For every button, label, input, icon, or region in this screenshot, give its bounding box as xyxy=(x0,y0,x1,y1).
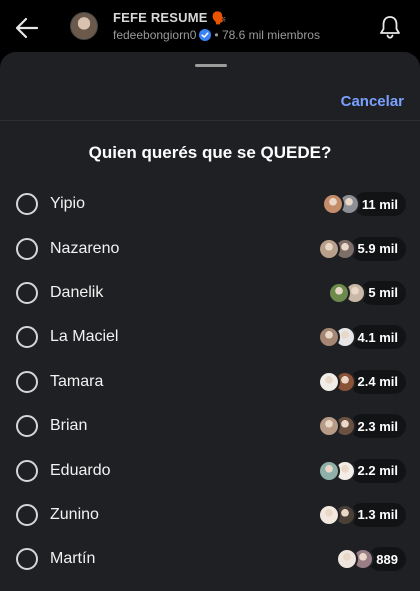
option-label: La Maciel xyxy=(50,328,119,346)
voter-avatar xyxy=(317,503,340,526)
voter-avatar xyxy=(317,237,340,260)
poll-bottom-sheet: Cancelar Quien querés que se QUEDE? Yipi… xyxy=(0,52,420,591)
vote-summary[interactable]: 11 mil xyxy=(321,191,406,217)
poll-options-list: Yipio 11 mil Nazareno 5.9 mil Danelik 5 … xyxy=(0,182,420,582)
radio-button[interactable] xyxy=(16,370,38,393)
vote-count: 1.3 mil xyxy=(349,502,406,527)
poll-option[interactable]: Danelik 5 mil xyxy=(0,271,420,315)
vote-summary[interactable]: 2.4 mil xyxy=(317,369,406,395)
vote-count: 2.4 mil xyxy=(349,369,406,394)
vote-summary[interactable]: 4.1 mil xyxy=(317,324,406,350)
option-label: Eduardo xyxy=(50,461,111,479)
vote-summary[interactable]: 2.2 mil xyxy=(317,458,406,484)
verified-badge-icon xyxy=(199,29,212,41)
poll-option[interactable]: Zunino 1.3 mil xyxy=(0,493,420,537)
back-arrow-icon[interactable] xyxy=(12,13,42,43)
speaking-head-emoji: 🗣️ xyxy=(211,11,227,25)
voter-avatar xyxy=(317,326,340,349)
poll-option[interactable]: Yipio 11 mil xyxy=(0,182,420,226)
option-label: Danelik xyxy=(50,283,104,301)
channel-name: FEFE RESUME xyxy=(113,10,208,25)
poll-option[interactable]: La Maciel 4.1 mil xyxy=(0,315,420,359)
radio-button[interactable] xyxy=(16,503,38,526)
radio-button[interactable] xyxy=(16,326,38,349)
vote-summary[interactable]: 5 mil xyxy=(328,280,406,306)
channel-avatar[interactable] xyxy=(70,12,98,40)
option-label: Nazareno xyxy=(50,239,120,257)
poll-option[interactable]: Eduardo 2.2 mil xyxy=(0,448,420,492)
voter-avatar xyxy=(317,415,340,438)
option-label: Yipio xyxy=(50,195,85,213)
vote-summary[interactable]: 889 xyxy=(336,546,406,572)
vote-count: 11 mil xyxy=(353,192,406,217)
vote-count: 2.2 mil xyxy=(349,458,406,483)
poll-option[interactable]: Martín 889 xyxy=(0,537,420,581)
channel-handle: fedeebongiorn0 xyxy=(113,28,197,42)
voter-avatar xyxy=(317,459,340,482)
option-label: Tamara xyxy=(50,372,104,390)
poll-option[interactable]: Tamara 2.4 mil xyxy=(0,360,420,404)
radio-button[interactable] xyxy=(16,237,38,260)
vote-count: 5.9 mil xyxy=(349,236,406,261)
channel-subtitle: fedeebongiorn0 • 78.6 mil miembros xyxy=(113,28,320,42)
voter-avatar xyxy=(317,370,340,393)
voter-avatar xyxy=(321,193,344,216)
bell-icon[interactable] xyxy=(378,14,402,40)
poll-option[interactable]: Brian 2.3 mil xyxy=(0,404,420,448)
vote-count: 2.3 mil xyxy=(349,414,406,439)
option-label: Zunino xyxy=(50,505,99,523)
option-label: Martín xyxy=(50,550,96,568)
vote-summary[interactable]: 2.3 mil xyxy=(317,413,406,439)
vote-count: 4.1 mil xyxy=(349,325,406,350)
member-count: • 78.6 mil miembros xyxy=(214,28,320,42)
sheet-drag-handle[interactable] xyxy=(195,64,227,67)
vote-count: 5 mil xyxy=(360,280,406,305)
radio-button[interactable] xyxy=(16,548,38,571)
poll-question: Quien querés que se QUEDE? xyxy=(88,143,332,162)
channel-title[interactable]: FEFE RESUME 🗣️ xyxy=(113,10,227,25)
sheet-divider xyxy=(0,120,420,121)
cancel-button[interactable]: Cancelar xyxy=(341,93,404,110)
vote-summary[interactable]: 5.9 mil xyxy=(317,236,406,262)
radio-button[interactable] xyxy=(16,459,38,482)
channel-header: FEFE RESUME 🗣️ fedeebongiorn0 • 78.6 mil… xyxy=(0,0,420,56)
radio-button[interactable] xyxy=(16,193,38,216)
vote-summary[interactable]: 1.3 mil xyxy=(317,502,406,528)
poll-option[interactable]: Nazareno 5.9 mil xyxy=(0,226,420,270)
radio-button[interactable] xyxy=(16,281,38,304)
option-label: Brian xyxy=(50,417,88,435)
radio-button[interactable] xyxy=(16,415,38,438)
